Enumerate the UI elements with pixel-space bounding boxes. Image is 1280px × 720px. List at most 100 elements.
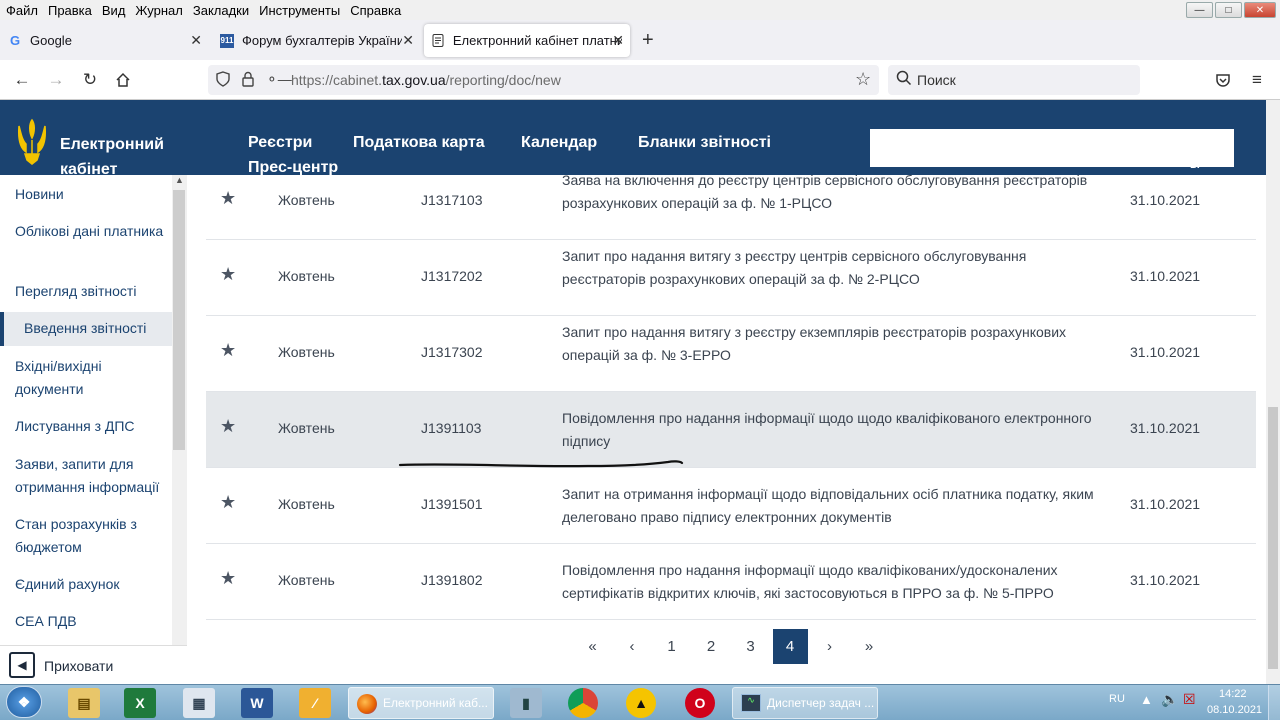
maximize-button[interactable]: □ [1215, 2, 1242, 18]
show-desktop-button[interactable] [1268, 685, 1280, 720]
address-bar[interactable]: ⚬— https://cabinet.tax.gov.ua/reporting/… [208, 65, 879, 95]
language-indicator[interactable]: RU [1109, 693, 1125, 705]
next-page-button[interactable]: › [812, 629, 847, 664]
table-row-highlighted[interactable]: ★ Жовтень J1391103 Повідомлення про нада… [206, 392, 1256, 468]
home-icon[interactable] [111, 68, 135, 92]
row-code[interactable]: J1317103 [421, 192, 483, 208]
hide-sidebar-bar[interactable]: ◀ Приховати [0, 645, 187, 685]
menu-help[interactable]: Справка [345, 3, 406, 18]
forward-icon[interactable]: → [44, 68, 68, 92]
back-icon[interactable]: ← [10, 68, 34, 92]
sidebar-item-correspondence[interactable]: Листування з ДПС [15, 415, 165, 438]
url-text[interactable]: https://cabinet.tax.gov.ua/reporting/doc… [291, 72, 561, 88]
sidebar-item-documents[interactable]: Вхідні/вихідні документи [15, 355, 165, 400]
taskbar-window-task-manager[interactable]: ∿ Диспетчер задач ... [732, 687, 878, 719]
tab-google[interactable]: G Google ✕ [0, 24, 208, 57]
clock-date[interactable]: 08.10.2021 [1207, 704, 1262, 716]
trident-logo-icon[interactable] [16, 118, 48, 166]
close-tab-icon[interactable]: ✕ [402, 32, 414, 49]
table-row[interactable]: ★ Жовтень J1317202 Запит про надання вит… [206, 240, 1256, 316]
row-description[interactable]: Запит про надання витягу з реєстру екзем… [562, 321, 1102, 367]
bookmark-star-icon[interactable]: ☆ [855, 69, 871, 90]
favorite-star-icon[interactable]: ★ [220, 568, 236, 589]
header-search-input[interactable] [870, 129, 1234, 167]
tray-up-arrow-icon[interactable]: ▲ [1140, 692, 1153, 707]
last-page-button[interactable]: » [852, 629, 887, 664]
tab-cabinet[interactable]: Електронний кабінет платника ✕ [424, 24, 630, 57]
sidebar-item-view-reports[interactable]: Перегляд звітності [15, 280, 165, 303]
nav-calendar[interactable]: Календар [521, 134, 597, 152]
scroll-up-icon[interactable]: ▲ [172, 175, 187, 189]
row-description[interactable]: Повідомлення про надання інформації щодо… [562, 407, 1102, 453]
table-row[interactable]: ★ Жовтень J1317302 Запит про надання вит… [206, 316, 1256, 392]
calculator-icon[interactable]: ▦ [183, 688, 215, 718]
menu-edit[interactable]: Правка [43, 3, 97, 18]
row-description[interactable]: Повідомлення про надання інформації щодо… [562, 559, 1102, 605]
sidebar-item-requests[interactable]: Заяви, запити для отримання інформації [15, 453, 165, 498]
favorite-star-icon[interactable]: ★ [220, 416, 236, 437]
shield-icon[interactable] [216, 71, 230, 90]
sidebar-scrollbar[interactable]: ▲ [172, 175, 187, 645]
nav-tax-map[interactable]: Податкова карта [353, 134, 485, 152]
favorite-star-icon[interactable]: ★ [220, 340, 236, 361]
taskbar-window-browser[interactable]: Електронний каб... [348, 687, 494, 719]
minimize-button[interactable]: — [1186, 2, 1213, 18]
pocket-icon[interactable] [1211, 68, 1235, 92]
close-tab-icon[interactable]: ✕ [190, 32, 202, 49]
lock-icon[interactable] [242, 71, 254, 92]
row-code[interactable]: J1317302 [421, 344, 483, 360]
reload-icon[interactable]: ↻ [78, 68, 102, 92]
row-code[interactable]: J1391802 [421, 572, 483, 588]
sidebar-item-news[interactable]: Новини [15, 183, 165, 206]
page-3-button[interactable]: 3 [733, 629, 768, 664]
tab-forum[interactable]: 911 Форум бухгалтерів України | Б ✕ [212, 24, 420, 57]
sidebar-item-sea-vat[interactable]: СЕА ПДВ [15, 610, 165, 633]
sidebar-item-budget[interactable]: Стан розрахунків з бюджетом [15, 513, 165, 558]
row-code[interactable]: J1391103 [421, 420, 481, 436]
clock-time[interactable]: 14:22 [1219, 688, 1247, 700]
menu-file[interactable]: Файл [0, 3, 43, 18]
volume-icon[interactable]: 🔈 [1161, 691, 1178, 708]
page-scrollbar-thumb[interactable] [1268, 407, 1278, 669]
table-row[interactable]: ★ Жовтень J1391802 Повідомлення про нада… [206, 544, 1256, 620]
word-icon[interactable]: W [241, 688, 273, 718]
page-1-button[interactable]: 1 [654, 629, 689, 664]
network-disconnected-icon[interactable]: ☒ [1183, 691, 1196, 708]
row-description[interactable]: Запит про надання витягу з реєстру центр… [562, 245, 1102, 291]
favorite-star-icon[interactable]: ★ [220, 188, 236, 209]
remote-desktop-icon[interactable]: ▮ [510, 688, 542, 718]
new-tab-icon[interactable]: + [642, 29, 654, 52]
search-box[interactable]: Поиск [888, 65, 1140, 95]
permissions-icon[interactable]: ⚬— [266, 71, 292, 88]
table-row[interactable]: ★ Жовтень J1317103 Заява на включення до… [206, 175, 1256, 240]
chrome-icon[interactable] [568, 688, 598, 718]
nav-registries[interactable]: Реєстри [248, 134, 312, 152]
page-scrollbar[interactable] [1266, 100, 1280, 686]
collapse-arrow-icon[interactable]: ◀ [9, 652, 35, 678]
menu-history[interactable]: Журнал [130, 3, 187, 18]
start-button-icon[interactable]: ❖ [6, 686, 42, 718]
file-explorer-icon[interactable]: ▤ [68, 688, 100, 718]
menu-view[interactable]: Вид [97, 3, 131, 18]
medoc-app-icon[interactable]: ⁄ [299, 688, 331, 718]
table-row[interactable]: ★ Жовтень J1391501 Запит на отримання ін… [206, 468, 1256, 544]
sidebar-item-account-data[interactable]: Облікові дані платника [15, 220, 165, 243]
sidebar-item-single-account[interactable]: Єдиний рахунок [15, 573, 165, 596]
sidebar-item-enter-reports[interactable]: Введення звітності [0, 312, 172, 346]
opera-icon[interactable]: O [685, 688, 715, 718]
close-window-button[interactable]: ✕ [1244, 2, 1276, 18]
page-4-button-current[interactable]: 4 [772, 629, 808, 664]
prev-page-button[interactable]: ‹ [615, 629, 650, 664]
favorite-star-icon[interactable]: ★ [220, 492, 236, 513]
close-tab-icon[interactable]: ✕ [612, 32, 624, 49]
row-code[interactable]: J1391501 [421, 496, 483, 512]
archicad-icon[interactable]: ▲ [626, 688, 656, 718]
row-description[interactable]: Заява на включення до реєстру центрів се… [562, 175, 1102, 215]
menu-bookmarks[interactable]: Закладки [188, 3, 254, 18]
row-description[interactable]: Запит на отримання інформації щодо відпо… [562, 483, 1102, 529]
hamburger-menu-icon[interactable]: ≡ [1245, 68, 1269, 92]
page-2-button[interactable]: 2 [694, 629, 729, 664]
first-page-button[interactable]: « [575, 629, 610, 664]
favorite-star-icon[interactable]: ★ [220, 264, 236, 285]
sidebar-scrollbar-thumb[interactable] [173, 190, 185, 450]
